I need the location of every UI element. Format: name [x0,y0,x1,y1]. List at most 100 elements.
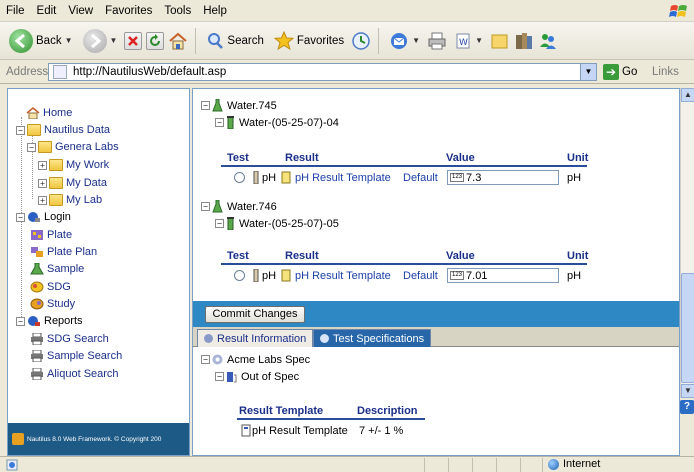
result-information-icon [204,334,213,343]
tree-item-my-lab[interactable]: + My Lab [38,194,102,206]
help-icon[interactable]: ? [680,400,694,414]
tree-item-sample-search[interactable]: Sample Search [30,350,122,362]
result-default-link[interactable]: Default [403,270,438,282]
collapse-icon[interactable]: − [16,125,25,135]
tree-item-aliquot-search[interactable]: Aliquot Search [30,368,119,380]
menu-file[interactable]: File [0,5,31,17]
spec-node[interactable]: − Acme Labs Spec [201,353,310,366]
edit-button[interactable]: W ▼ [451,30,486,52]
mail-button[interactable]: ▼ [386,29,423,53]
collapse-icon[interactable]: − [201,355,210,364]
address-input[interactable]: http://NautilusWeb/default.asp ▼ [48,63,597,81]
expand-icon[interactable]: + [38,178,47,188]
spec-icon [212,354,223,365]
menu-favorites[interactable]: Favorites [99,5,158,17]
search-button[interactable]: Search [203,30,266,52]
tree-item-sample[interactable]: Sample [30,263,84,275]
favorites-button[interactable]: Favorites [271,29,347,53]
menu-help[interactable]: Help [197,5,233,17]
aliquot-node[interactable]: − Water-(05-25-07)-04 [215,116,339,129]
forward-dropdown-icon[interactable]: ▼ [110,36,118,45]
tree-item-plate-plan[interactable]: Plate Plan [30,246,97,258]
print-icon[interactable] [427,31,447,51]
spec-child-node[interactable]: − Out of Spec [215,370,299,383]
test-select-radio[interactable] [234,270,245,281]
spec-name: Acme Labs Spec [227,353,311,366]
collapse-icon[interactable]: − [215,118,224,127]
tree-label: Study [47,298,76,310]
tree-item-study[interactable]: Study [30,298,75,310]
sdg-icon [30,281,44,293]
collapse-icon[interactable]: − [215,219,224,228]
collapse-icon[interactable]: − [27,142,36,152]
tree-item-plate[interactable]: Plate [30,229,72,241]
sample-node[interactable]: − Water.746 [201,200,277,213]
scroll-down-icon[interactable]: ▼ [681,384,694,398]
go-arrow-icon: ➔ [603,64,619,80]
status-bar: Internet [0,456,694,472]
links-label[interactable]: Links [652,66,679,78]
sample-name: Water.746 [227,200,277,213]
numeric-icon: 123 [450,173,465,182]
expand-icon[interactable]: + [38,160,47,170]
test-select-radio[interactable] [234,172,245,183]
tree-label: Sample [47,263,85,275]
value-input[interactable]: 123 7.01 [447,268,559,283]
tree-item-sdg-search[interactable]: SDG Search [30,333,109,345]
menu-view[interactable]: View [62,5,99,17]
commit-changes-button[interactable]: Commit Changes [205,306,305,323]
collapse-icon[interactable]: − [201,101,210,110]
status-panel [424,458,425,472]
tree-item-login[interactable]: − Login [16,211,71,223]
collapse-icon[interactable]: − [201,202,210,211]
printer-icon [31,368,43,380]
nautilus-logo-icon [12,433,24,445]
history-icon[interactable] [351,31,371,51]
back-dropdown-icon[interactable]: ▼ [65,36,73,45]
collapse-icon[interactable]: − [215,372,224,381]
scroll-up-icon[interactable]: ▲ [681,88,694,102]
menu-tools[interactable]: Tools [158,5,197,17]
collapse-icon[interactable]: − [16,316,25,326]
collapse-icon[interactable]: − [16,212,25,222]
tree-item-genera-labs[interactable]: − Genera Labs [27,141,119,153]
result-template-link[interactable]: pH Result Template [295,172,391,184]
mail-dropdown-icon[interactable]: ▼ [412,36,420,45]
sample-node[interactable]: − Water.745 [201,99,277,112]
expand-icon[interactable]: + [38,195,47,205]
value-input[interactable]: 123 7.3 [447,170,559,185]
test-name: pH [262,172,277,184]
discuss-icon[interactable] [490,31,510,51]
result-default-link[interactable]: Default [403,172,438,184]
result-template-link[interactable]: pH Result Template [295,270,391,282]
research-icon[interactable] [514,31,534,51]
messenger-icon[interactable] [538,31,558,51]
tree-label: Aliquot Search [47,368,119,380]
tree-item-sdg[interactable]: SDG [30,281,71,293]
scroll-thumb[interactable] [681,273,694,383]
tree-item-reports[interactable]: − Reports [16,315,83,327]
address-dropdown-icon[interactable]: ▼ [580,64,596,80]
vertical-scrollbar[interactable]: ▲ ▼ [680,88,694,398]
tree-item-my-data[interactable]: + My Data [38,177,107,189]
go-button[interactable]: ➔ Go [603,64,637,80]
forward-button[interactable]: ▼ [80,27,121,55]
unit-text: pH [567,172,582,184]
tree-item-my-work[interactable]: + My Work [38,159,109,171]
home-icon[interactable] [168,31,188,51]
tab-test-specifications[interactable]: Test Specifications [313,329,431,347]
header-test: Test [227,152,249,164]
printer-icon [31,350,43,362]
refresh-icon[interactable] [146,31,165,50]
test-tube-icon [253,171,259,184]
aliquot-node[interactable]: − Water-(05-25-07)-05 [215,217,339,230]
tree-item-home[interactable]: Home [26,107,72,119]
edit-dropdown-icon[interactable]: ▼ [475,36,483,45]
navigation-pane: Home − Nautilus Data − Genera Labs + My … [7,88,190,456]
menu-edit[interactable]: Edit [31,5,63,17]
back-button[interactable]: Back ▼ [6,27,76,55]
tree-item-nautilus-data[interactable]: − Nautilus Data [16,124,110,136]
tab-result-information[interactable]: Result Information [197,329,313,347]
search-icon [208,32,224,49]
stop-icon[interactable] [124,31,143,50]
